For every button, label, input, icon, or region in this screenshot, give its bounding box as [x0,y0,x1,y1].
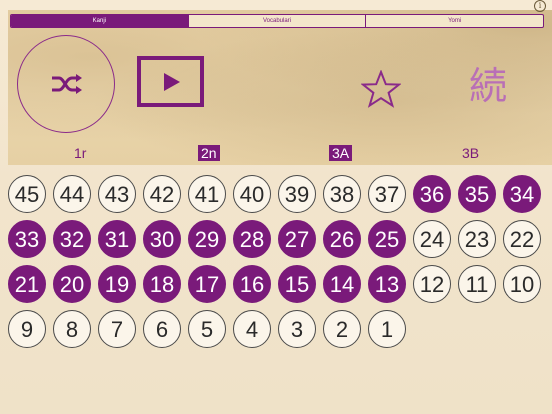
lesson-cell[interactable]: 45 [8,175,46,213]
lesson-cell[interactable]: 28 [233,220,271,258]
play-icon [164,73,180,91]
lesson-cell[interactable]: 20 [53,265,91,303]
lesson-cell[interactable]: 30 [143,220,181,258]
tab-yomi[interactable]: Yomi [365,15,543,27]
mode-segmented-control: Kanji Vocabulari Yomi [10,14,544,28]
lesson-cell[interactable]: 4 [233,310,271,348]
lesson-cell[interactable]: 35 [458,175,496,213]
tab-kanji[interactable]: Kanji [11,15,188,27]
lesson-cell[interactable]: 2 [323,310,361,348]
lesson-cell[interactable]: 19 [98,265,136,303]
lesson-cell[interactable]: 24 [413,220,451,258]
favorites-button[interactable] [360,69,402,113]
lesson-cell[interactable]: 14 [323,265,361,303]
shuffle-button[interactable] [17,35,115,133]
lesson-cell[interactable]: 34 [503,175,541,213]
lesson-cell[interactable]: 44 [53,175,91,213]
lesson-cell[interactable]: 37 [368,175,406,213]
info-icon[interactable]: i [534,0,546,12]
lesson-cell[interactable]: 5 [188,310,226,348]
tab-vocabulari[interactable]: Vocabulari [187,15,366,27]
lesson-cell[interactable]: 6 [143,310,181,348]
lesson-cell[interactable]: 29 [188,220,226,258]
lesson-cell[interactable]: 25 [368,220,406,258]
lesson-cell[interactable]: 21 [8,265,46,303]
kanji-glyph-button[interactable]: 続 [464,62,512,110]
lesson-cell[interactable]: 18 [143,265,181,303]
lesson-cell[interactable]: 22 [503,220,541,258]
group-1r[interactable]: 1r [71,145,89,161]
group-3b[interactable]: 3B [459,145,482,161]
lesson-cell[interactable]: 17 [188,265,226,303]
lesson-cell[interactable]: 15 [278,265,316,303]
lesson-cell[interactable]: 31 [98,220,136,258]
lesson-cell[interactable]: 39 [278,175,316,213]
lesson-cell[interactable]: 12 [413,265,451,303]
lesson-cell[interactable]: 9 [8,310,46,348]
lesson-cell[interactable]: 13 [368,265,406,303]
group-2n[interactable]: 2n [198,145,220,161]
lesson-cell[interactable]: 1 [368,310,406,348]
lesson-cell[interactable]: 36 [413,175,451,213]
lesson-cell[interactable]: 7 [98,310,136,348]
group-3a[interactable]: 3A [329,145,353,161]
lesson-cell[interactable]: 33 [8,220,46,258]
lesson-cell[interactable]: 11 [458,265,496,303]
lesson-cell[interactable]: 27 [278,220,316,258]
lesson-cell[interactable]: 41 [188,175,226,213]
star-icon [360,69,402,108]
group-selector: 1r 2n 3A 3B [0,145,552,163]
lesson-cell[interactable]: 42 [143,175,181,213]
lesson-cell[interactable]: 3 [278,310,316,348]
lesson-cell[interactable]: 43 [98,175,136,213]
lesson-cell[interactable]: 32 [53,220,91,258]
lesson-cell[interactable]: 23 [458,220,496,258]
lesson-cell[interactable]: 8 [53,310,91,348]
lesson-cell[interactable]: 40 [233,175,271,213]
lesson-cell[interactable]: 26 [323,220,361,258]
lesson-cell[interactable]: 10 [503,265,541,303]
lesson-cell[interactable]: 16 [233,265,271,303]
shuffle-icon [52,74,82,94]
play-button[interactable] [137,56,204,107]
lesson-cell[interactable]: 38 [323,175,361,213]
